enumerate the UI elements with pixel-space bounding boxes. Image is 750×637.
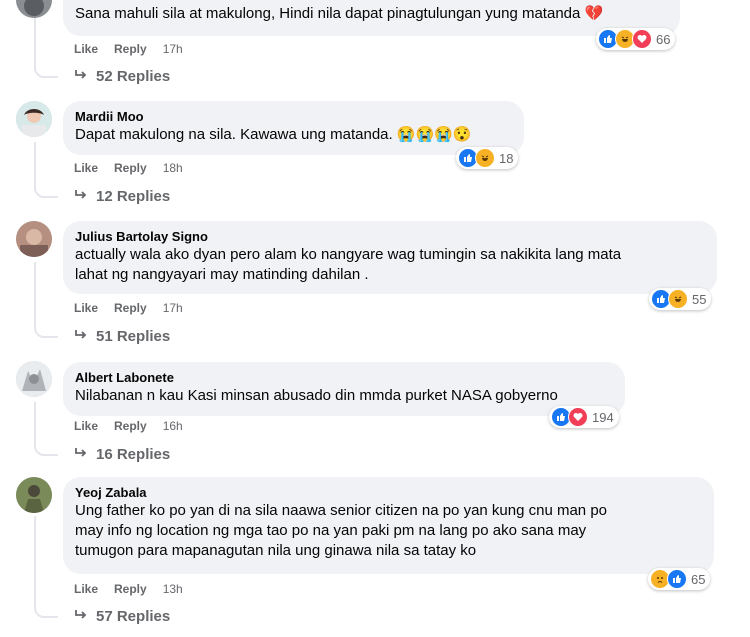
reply-connector <box>34 436 58 456</box>
reaction-summary[interactable]: 65 <box>648 568 711 590</box>
view-replies-link[interactable]: 12 Replies <box>74 188 170 205</box>
reaction-count: 65 <box>691 571 706 587</box>
comment-author[interactable]: Albert Labonete <box>75 369 613 386</box>
haha-icon <box>475 148 495 168</box>
replies-count: 12 Replies <box>96 188 171 205</box>
avatar[interactable] <box>16 101 52 137</box>
thread-line <box>34 262 36 324</box>
avatar[interactable] <box>16 0 52 18</box>
like-icon <box>667 569 687 589</box>
comment-text: may info ng location ng mga tao po na ya… <box>75 522 587 539</box>
comment-thread: Sana mahuli sila at makulong, Hindi nila… <box>0 0 750 637</box>
comment-actions: Like Reply 13h <box>74 582 199 596</box>
view-replies-link[interactable]: 52 Replies <box>74 68 170 85</box>
timestamp[interactable]: 16h <box>163 419 183 433</box>
timestamp[interactable]: 13h <box>163 582 183 596</box>
reply-link[interactable]: Reply <box>114 419 147 433</box>
heart-icon <box>568 407 588 427</box>
reply-connector <box>34 318 58 338</box>
haha-icon <box>668 289 688 309</box>
comment-text: actually wala ako dyan pero alam ko nang… <box>75 246 622 263</box>
comment-actions: Like Reply 17h <box>74 301 199 315</box>
reply-link[interactable]: Reply <box>114 161 147 175</box>
view-replies-link[interactable]: 51 Replies <box>74 328 170 345</box>
reply-arrow-icon <box>74 188 88 205</box>
reply-connector <box>34 178 58 198</box>
avatar[interactable] <box>16 361 52 397</box>
reply-link[interactable]: Reply <box>114 582 147 596</box>
comment-bubble: Sana mahuli sila at makulong, Hindi nila… <box>63 0 680 36</box>
comment-text: tumugon para mapanagutan nila ung ginawa… <box>75 542 477 559</box>
comment-author[interactable]: Julius Bartolay Signo <box>75 228 705 245</box>
reply-arrow-icon <box>74 328 88 345</box>
timestamp[interactable]: 17h <box>163 42 183 56</box>
comment-actions: Like Reply 17h <box>74 42 199 56</box>
like-link[interactable]: Like <box>74 161 98 175</box>
reaction-count: 194 <box>592 409 614 425</box>
reaction-count: 66 <box>656 31 671 47</box>
reaction-count: 55 <box>692 291 707 307</box>
comment-text: Ung father ko po yan di na sila naawa se… <box>75 502 608 519</box>
replies-count: 51 Replies <box>96 328 171 345</box>
reply-link[interactable]: Reply <box>114 42 147 56</box>
like-link[interactable]: Like <box>74 42 98 56</box>
replies-count: 52 Replies <box>96 68 171 85</box>
reply-link[interactable]: Reply <box>114 301 147 315</box>
view-replies-link[interactable]: 57 Replies <box>74 608 170 625</box>
comment-actions: Like Reply 18h <box>74 161 199 175</box>
reaction-summary[interactable]: 66 <box>596 28 676 50</box>
replies-count: 57 Replies <box>96 608 171 625</box>
comment-bubble: Mardii Moo Dapat makulong na sila. Kawaw… <box>63 101 524 155</box>
reaction-count: 18 <box>499 150 514 166</box>
comment-text: Sana mahuli sila at makulong, Hindi nila… <box>75 5 604 22</box>
comment-bubble: Yeoj Zabala Ung father ko po yan di na s… <box>63 477 714 574</box>
comment-text: Dapat makulong na sila. Kawawa ung matan… <box>75 126 472 143</box>
comment-bubble: Julius Bartolay Signo actually wala ako … <box>63 221 717 294</box>
reply-connector <box>34 598 58 618</box>
reply-arrow-icon <box>74 68 88 85</box>
comment-text: lahat ng nangyayari may matinding dahila… <box>75 266 369 283</box>
like-link[interactable]: Like <box>74 301 98 315</box>
thread-line <box>34 516 36 602</box>
like-link[interactable]: Like <box>74 582 98 596</box>
reaction-summary[interactable]: 18 <box>456 147 519 169</box>
comment-actions: Like Reply 16h <box>74 419 199 433</box>
reply-arrow-icon <box>74 446 88 463</box>
reply-connector <box>34 58 58 78</box>
timestamp[interactable]: 17h <box>163 301 183 315</box>
timestamp[interactable]: 18h <box>163 161 183 175</box>
avatar[interactable] <box>16 477 52 513</box>
reaction-summary[interactable]: 194 <box>549 406 619 428</box>
comment-author[interactable]: Yeoj Zabala <box>75 484 702 501</box>
comment-author[interactable]: Mardii Moo <box>75 108 512 125</box>
avatar[interactable] <box>16 221 52 257</box>
reply-arrow-icon <box>74 608 88 625</box>
view-replies-link[interactable]: 16 Replies <box>74 446 170 463</box>
comment-bubble: Albert Labonete Nilabanan n kau Kasi min… <box>63 362 625 416</box>
replies-count: 16 Replies <box>96 446 171 463</box>
like-link[interactable]: Like <box>74 419 98 433</box>
heart-icon <box>632 29 652 49</box>
comment-text: Nilabanan n kau Kasi minsan abusado din … <box>75 387 558 404</box>
reaction-summary[interactable]: 55 <box>649 288 712 310</box>
